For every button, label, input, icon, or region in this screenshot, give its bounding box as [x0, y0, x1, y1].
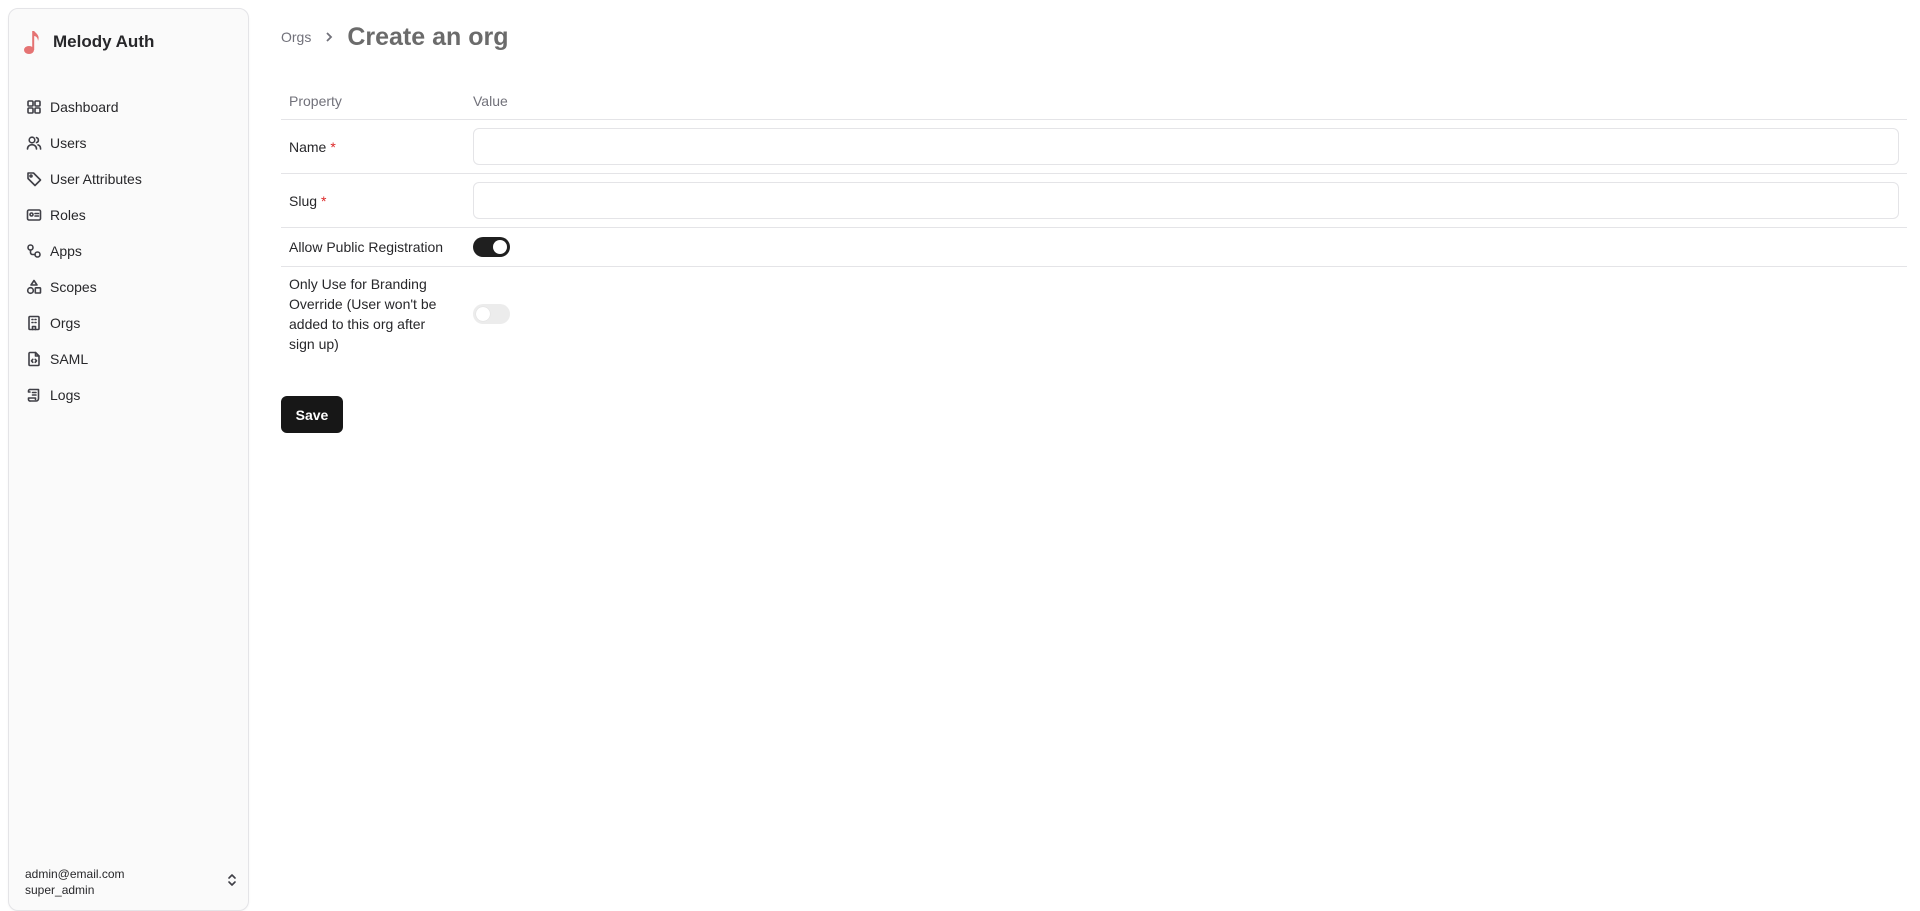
slug-input[interactable]	[473, 182, 1899, 219]
sidebar-item-dashboard[interactable]: Dashboard	[15, 89, 242, 125]
sidebar-item-label: Users	[50, 135, 87, 151]
table-row-allow-public-registration: Allow Public Registration	[281, 228, 1907, 267]
allow-public-registration-label: Allow Public Registration	[289, 239, 444, 255]
breadcrumb-orgs-link[interactable]: Orgs	[281, 29, 311, 45]
branding-override-toggle[interactable]	[473, 304, 510, 324]
sidebar-item-logs[interactable]: Logs	[15, 377, 242, 413]
sidebar-item-scopes[interactable]: Scopes	[15, 269, 242, 305]
brand[interactable]: Melody Auth	[21, 27, 154, 57]
account-menu[interactable]: admin@email.com super_admin	[25, 862, 239, 902]
sidebar-item-saml[interactable]: SAML	[15, 341, 242, 377]
required-indicator: *	[321, 192, 327, 209]
sidebar-item-label: Roles	[50, 207, 86, 223]
required-indicator: *	[330, 138, 336, 155]
column-header-property: Property	[289, 92, 342, 109]
scroll-icon	[26, 387, 42, 403]
account-email: admin@email.com	[25, 867, 125, 881]
table-row-branding-override: Only Use for Branding Override (User won…	[281, 267, 1907, 361]
file-code-icon	[26, 351, 42, 367]
sidebar-item-label: Orgs	[50, 315, 81, 331]
account-role: super_admin	[25, 883, 95, 897]
branding-override-value-cell	[473, 304, 1907, 324]
table-row-name: Name *	[281, 120, 1907, 174]
name-label-cell: Name *	[281, 139, 473, 155]
chevrons-up-down-icon	[225, 873, 239, 892]
users-icon	[26, 135, 42, 151]
sidebar-item-label: SAML	[50, 351, 89, 367]
allow-public-registration-toggle[interactable]	[473, 237, 510, 257]
account-info: admin@email.com super_admin	[25, 866, 125, 898]
sidebar-item-apps[interactable]: Apps	[15, 233, 242, 269]
sidebar: Melody Auth Dashboard Users User Attribu…	[8, 8, 249, 911]
breadcrumb: Orgs Create an org	[281, 22, 509, 52]
branding-override-label: Only Use for Branding Override (User won…	[289, 276, 437, 352]
table-header-row: Property Value	[281, 82, 1907, 120]
sidebar-item-label: User Attributes	[50, 171, 142, 187]
slug-label-cell: Slug *	[281, 193, 473, 209]
name-label: Name	[289, 138, 327, 155]
page-title: Create an org	[347, 22, 509, 51]
sidebar-nav: Dashboard Users User Attributes Roles Ap…	[9, 89, 248, 413]
shapes-icon	[26, 279, 42, 295]
column-header-value: Value	[473, 92, 508, 109]
sidebar-item-label: Scopes	[50, 279, 97, 295]
save-button[interactable]: Save	[281, 396, 343, 433]
name-input[interactable]	[473, 128, 1899, 165]
sidebar-item-user-attributes[interactable]: User Attributes	[15, 161, 242, 197]
name-value-cell	[473, 128, 1907, 165]
tag-icon	[26, 171, 42, 187]
sidebar-item-label: Dashboard	[50, 99, 119, 115]
brand-name: Melody Auth	[53, 32, 155, 51]
chevron-right-icon	[323, 31, 335, 43]
sidebar-item-users[interactable]: Users	[15, 125, 242, 161]
sidebar-item-roles[interactable]: Roles	[15, 197, 242, 233]
toggle-knob	[493, 240, 507, 254]
dashboard-icon	[26, 99, 42, 115]
slug-value-cell	[473, 182, 1907, 219]
toggle-knob	[476, 307, 490, 321]
allow-public-registration-value-cell	[473, 237, 1907, 257]
org-form-table: Property Value Name * Slug * Allow Public …	[281, 82, 1907, 361]
sidebar-item-label: Logs	[50, 387, 81, 403]
sidebar-item-label: Apps	[50, 243, 82, 259]
sidebar-item-orgs[interactable]: Orgs	[15, 305, 242, 341]
id-card-icon	[26, 207, 42, 223]
table-row-slug: Slug *	[281, 174, 1907, 228]
music-note-icon	[21, 27, 43, 57]
building-icon	[26, 315, 42, 331]
apps-icon	[26, 243, 42, 259]
slug-label: Slug	[289, 192, 318, 209]
